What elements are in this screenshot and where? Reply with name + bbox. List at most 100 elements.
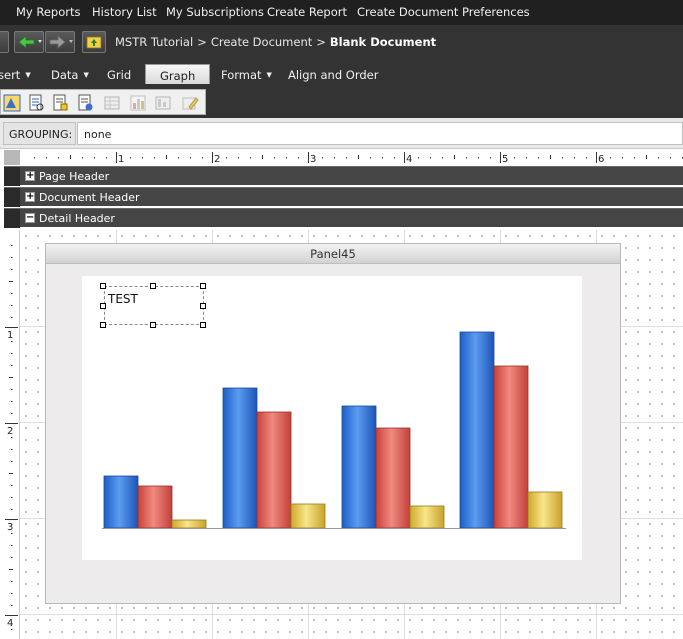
bar-series-3[interactable]	[527, 491, 563, 529]
ruler-tick	[298, 157, 299, 159]
ruler-tick	[274, 157, 275, 159]
menu-insert[interactable]: sert ▼	[0, 68, 31, 82]
bar-series-2[interactable]	[137, 485, 173, 529]
collapse-icon[interactable]: −	[25, 213, 35, 223]
panel-title[interactable]: Panel45	[46, 244, 620, 264]
ruler-tick	[106, 157, 107, 159]
ruler-label: 1	[7, 330, 13, 341]
ruler-tick	[178, 157, 179, 159]
breadcrumb-separator: >	[316, 35, 326, 49]
ruler-tick	[11, 605, 13, 606]
bar-chart-icon[interactable]	[129, 94, 147, 112]
ruler-tick	[286, 157, 287, 159]
export-icon[interactable]	[76, 94, 94, 112]
nav-my-reports[interactable]: My Reports	[16, 5, 81, 19]
resize-handle[interactable]	[200, 322, 206, 328]
grouping-value[interactable]: none	[77, 122, 683, 145]
menu-align-and-order[interactable]: Align and Order	[288, 68, 378, 82]
bar-series-3[interactable]	[171, 519, 207, 529]
resize-handle[interactable]	[150, 322, 156, 328]
nav-create-report[interactable]: Create Report	[267, 5, 347, 19]
menu-graph-label: Graph	[160, 69, 196, 83]
ruler-tick	[11, 485, 13, 486]
chevron-down-icon: ▼	[83, 71, 89, 79]
expand-icon[interactable]: +	[25, 192, 35, 202]
ruler-tick	[262, 155, 263, 159]
bar-series-2[interactable]	[256, 411, 292, 529]
menu-data[interactable]: Data ▼	[51, 68, 89, 82]
nav-create-document[interactable]: Create Document	[357, 5, 458, 19]
section-title[interactable]: Page Header	[39, 170, 109, 183]
bar-series-1[interactable]	[222, 387, 258, 529]
ruler-major-tick	[500, 152, 501, 163]
grouping-label: GROUPING:	[3, 122, 76, 145]
nav-my-subscriptions[interactable]: My Subscriptions	[166, 5, 264, 19]
ruler-tick	[346, 157, 347, 159]
text-field[interactable]: TEST	[104, 286, 204, 325]
breadcrumb-parent[interactable]: Create Document	[211, 35, 312, 49]
forward-button[interactable]	[45, 31, 75, 53]
expand-icon[interactable]: +	[25, 171, 35, 181]
grid-line	[20, 614, 683, 615]
resize-handle[interactable]	[100, 283, 106, 289]
up-folder-button[interactable]	[82, 31, 106, 53]
breadcrumb-root[interactable]: MSTR Tutorial	[115, 35, 193, 49]
ruler-tick	[442, 157, 443, 159]
properties-icon[interactable]	[27, 94, 45, 112]
bar-series-2[interactable]	[375, 427, 411, 529]
menu-insert-label: sert	[0, 68, 21, 82]
nav-preferences[interactable]: Preferences	[462, 5, 530, 19]
section-marker	[4, 188, 20, 207]
ruler-corner	[4, 150, 20, 165]
text-field-value[interactable]: TEST	[108, 292, 138, 306]
chevron-down-icon: ▼	[25, 71, 31, 79]
bar-series-1[interactable]	[459, 331, 495, 529]
resize-handle[interactable]	[150, 283, 156, 289]
menu-format[interactable]: Format ▼	[221, 68, 272, 82]
ruler-tick	[250, 157, 251, 159]
menu-button[interactable]	[0, 31, 9, 53]
ruler-major-tick	[5, 519, 18, 520]
menu-grid[interactable]: Grid	[107, 68, 131, 82]
menu-align-label: Align and Order	[288, 68, 379, 82]
back-button[interactable]	[14, 31, 44, 53]
format-icon[interactable]	[51, 94, 69, 112]
grid-icon[interactable]	[103, 94, 121, 112]
bar-series-2[interactable]	[493, 365, 529, 529]
ruler-tick	[58, 157, 59, 159]
ruler-major-tick	[404, 152, 405, 163]
ruler-tick	[394, 157, 395, 159]
bar-series-1[interactable]	[103, 475, 139, 529]
ruler-tick	[130, 157, 131, 159]
ruler-tick	[70, 155, 71, 159]
menu-graph[interactable]: Graph	[145, 64, 211, 84]
resize-handle[interactable]	[100, 303, 106, 309]
ruler-tick	[586, 157, 587, 159]
ruler-tick	[646, 155, 647, 159]
graph-style-icon[interactable]	[3, 94, 21, 112]
bar-series-3[interactable]	[409, 505, 445, 529]
ruler-tick	[166, 155, 167, 159]
ruler-tick	[358, 155, 359, 159]
ruler-tick	[322, 157, 323, 159]
nav-history-list[interactable]: History List	[92, 5, 157, 19]
ruler-tick	[34, 157, 35, 159]
section-title[interactable]: Document Header	[39, 191, 140, 204]
ruler-tick	[11, 269, 13, 270]
table-chart-icon[interactable]	[154, 94, 172, 112]
ruler-label: 4	[406, 154, 412, 165]
ruler-tick	[550, 155, 551, 159]
ruler-major-tick	[596, 152, 597, 163]
bar-series-3[interactable]	[290, 503, 326, 529]
resize-handle[interactable]	[200, 283, 206, 289]
ruler-tick	[11, 629, 13, 630]
resize-handle[interactable]	[100, 322, 106, 328]
bar-series-1[interactable]	[341, 405, 377, 529]
ruler-tick	[11, 449, 13, 450]
ruler-tick	[11, 593, 13, 594]
resize-handle[interactable]	[200, 303, 206, 309]
ruler-tick	[658, 157, 659, 159]
ruler-major-tick	[5, 423, 18, 424]
section-title[interactable]: Detail Header	[39, 212, 115, 225]
edit-icon[interactable]	[181, 94, 199, 112]
